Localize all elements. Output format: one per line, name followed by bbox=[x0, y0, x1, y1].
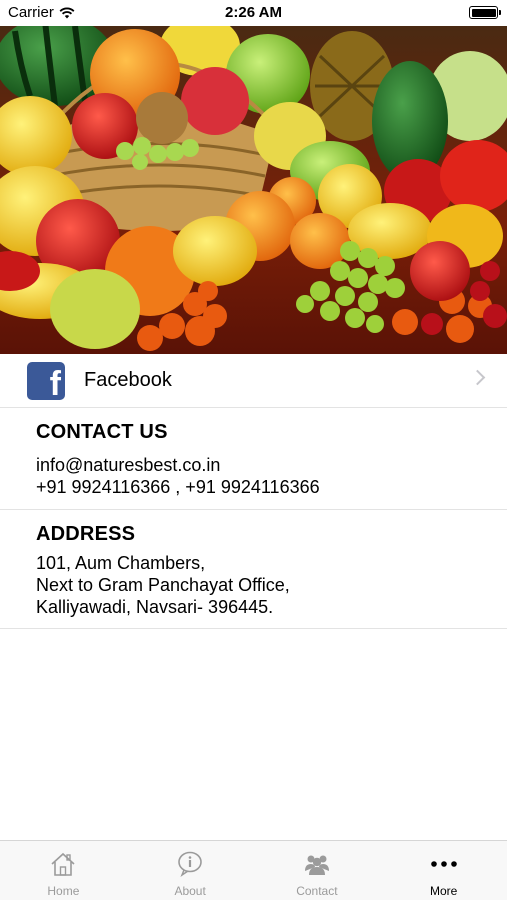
contact-section: CONTACT US info@naturesbest.co.in +91 99… bbox=[0, 408, 507, 510]
tab-about[interactable]: About bbox=[127, 841, 254, 900]
people-icon bbox=[304, 855, 329, 875]
contact-phones[interactable]: +91 9924116366 , +91 9924116366 bbox=[36, 476, 507, 498]
facebook-label: Facebook bbox=[84, 369, 172, 391]
tab-contact[interactable]: Contact bbox=[254, 841, 381, 900]
hero-image bbox=[0, 26, 507, 354]
tab-bar: Home About Contact More bbox=[0, 840, 507, 900]
status-bar: Carrier 2:26 AM bbox=[0, 0, 507, 26]
contact-heading: CONTACT US bbox=[36, 421, 168, 443]
status-time: 2:26 AM bbox=[225, 4, 282, 21]
address-line-2: Next to Gram Panchayat Office, bbox=[36, 575, 290, 595]
address-heading: ADDRESS bbox=[36, 523, 136, 545]
more-icon bbox=[430, 861, 457, 867]
address-section: ADDRESS 101, Aum Chambers, Next to Gram … bbox=[0, 510, 507, 629]
battery-icon bbox=[469, 6, 501, 19]
tab-more-label: More bbox=[429, 884, 458, 898]
contact-email[interactable]: info@naturesbest.co.in bbox=[36, 454, 507, 476]
fruit-illustration bbox=[0, 26, 507, 354]
address-line-1: 101, Aum Chambers, bbox=[36, 553, 206, 573]
address-line-3: Kalliyawadi, Navsari- 396445. bbox=[36, 597, 274, 617]
tab-home[interactable]: Home bbox=[0, 841, 127, 900]
tab-more[interactable]: More bbox=[380, 841, 507, 900]
facebook-icon: f bbox=[27, 362, 65, 400]
tab-home-label: Home bbox=[47, 884, 80, 898]
tab-contact-label: Contact bbox=[296, 884, 338, 898]
tab-about-label: About bbox=[174, 884, 206, 898]
chevron-right-icon bbox=[469, 369, 486, 386]
info-icon bbox=[178, 851, 202, 877]
home-icon bbox=[51, 852, 75, 876]
facebook-row[interactable]: f Facebook bbox=[0, 354, 507, 408]
